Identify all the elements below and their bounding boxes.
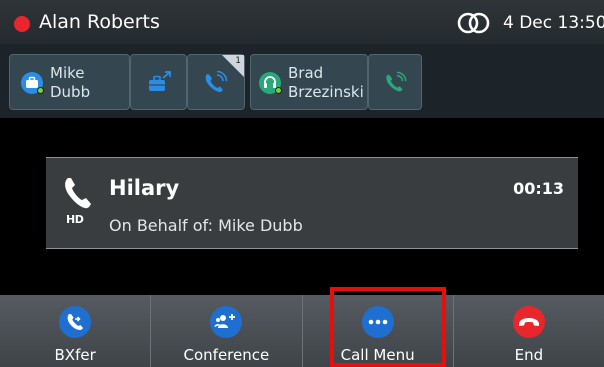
presence-available-dot: [275, 87, 282, 94]
end-call-button[interactable]: End: [452, 295, 604, 367]
call-menu-label: Call Menu: [340, 346, 415, 364]
call-count-badge: 1: [235, 56, 241, 66]
briefcase-transfer-icon: [149, 71, 171, 91]
presence-indicator: [14, 16, 30, 32]
active-call-card[interactable]: HD Hilary 00:13 On Behalf of: Mike Dubb: [46, 157, 578, 249]
hd-audio-icon: HD: [66, 213, 84, 226]
end-label: End: [514, 346, 544, 364]
status-bar: Alan Roberts 4 Dec 13:50: [0, 0, 604, 44]
caller-name: Hilary: [109, 176, 180, 200]
transfer-icon: [59, 306, 92, 338]
line-key-label-last: Dubb: [50, 83, 91, 101]
line-key-active-call[interactable]: 1: [187, 54, 245, 110]
hangup-icon: [512, 306, 545, 338]
presence-available-dot: [37, 87, 44, 94]
linked-rings-icon: [457, 12, 490, 34]
conference-button[interactable]: Conference: [150, 295, 301, 367]
phone-handset-icon: [65, 178, 91, 209]
line-key-label-first: Brad: [288, 64, 324, 82]
line-key-brad-brzezinski[interactable]: Brad Brzezinski: [250, 54, 368, 110]
line-key-strip: Mike Dubb 1 Brad Brzezinski: [0, 44, 604, 118]
call-timer: 00:13: [513, 179, 564, 198]
on-behalf-of-text: On Behalf of: Mike Dubb: [109, 216, 303, 235]
softkey-bar: BXfer Conference Call Menu End: [0, 295, 604, 367]
bxfer-label: BXfer: [54, 346, 96, 364]
conference-label: Conference: [183, 346, 270, 364]
line-key-phone[interactable]: [368, 54, 422, 110]
date-time: 4 Dec 13:50: [503, 13, 604, 33]
line-key-park[interactable]: [130, 54, 187, 110]
call-menu-button[interactable]: Call Menu: [301, 295, 453, 367]
conference-icon: [210, 306, 243, 338]
bxfer-button[interactable]: BXfer: [0, 295, 150, 367]
more-icon: [361, 306, 394, 338]
user-name: Alan Roberts: [39, 11, 160, 33]
line-key-label-first: Mike: [50, 64, 85, 82]
line-key-mike-dubb[interactable]: Mike Dubb: [9, 54, 130, 110]
phone-incoming-icon: [386, 71, 407, 92]
line-key-label-last: Brzezinski: [288, 83, 364, 101]
